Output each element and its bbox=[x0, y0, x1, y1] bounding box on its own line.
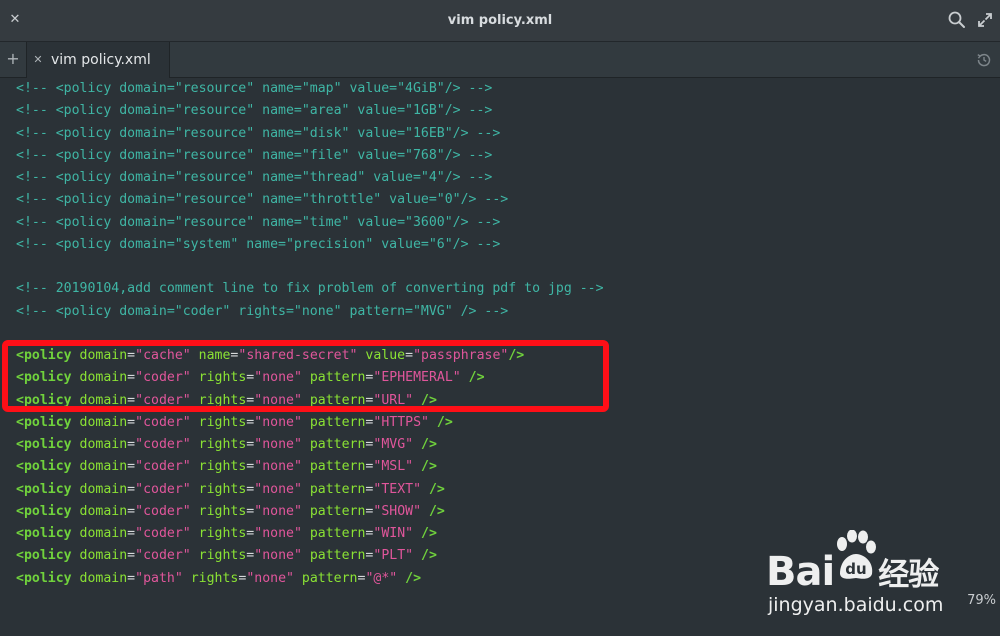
code-line: <!-- <policy domain="system" name="preci… bbox=[16, 236, 501, 252]
code-line: <policy domain="coder" rights="none" pat… bbox=[16, 414, 453, 430]
code-line: <!-- <policy domain="resource" name="tim… bbox=[16, 214, 501, 230]
new-tab-button[interactable]: + bbox=[4, 48, 22, 70]
close-icon: ✕ bbox=[33, 53, 43, 66]
tab-vim-policy[interactable]: ✕ vim policy.xml bbox=[26, 42, 170, 78]
code-line: <policy domain="coder" rights="none" pat… bbox=[16, 392, 437, 408]
code-line: <policy domain="coder" rights="none" pat… bbox=[16, 548, 437, 564]
search-icon bbox=[948, 11, 965, 28]
code-line: <!-- <policy domain="resource" name="map… bbox=[16, 81, 493, 96]
code-line: <policy domain="coder" rights="none" pat… bbox=[16, 481, 445, 497]
terminal-content[interactable]: <!-- <policy domain="resource" name="map… bbox=[0, 78, 1000, 636]
history-icon bbox=[977, 53, 991, 67]
code-line: <policy domain="coder" rights="none" pat… bbox=[16, 437, 437, 452]
code-line: <!-- 20190104,add comment line to fix pr… bbox=[16, 281, 604, 297]
search-button[interactable] bbox=[946, 9, 968, 31]
fullscreen-button[interactable] bbox=[974, 9, 996, 31]
code-line: <!-- <policy domain="resource" name="thr… bbox=[16, 170, 493, 185]
code-line: <policy domain="coder" rights="none" pat… bbox=[16, 459, 437, 475]
plus-icon: + bbox=[6, 49, 20, 68]
tab-label: vim policy.xml bbox=[51, 52, 151, 68]
code-line: <policy domain="coder" rights="none" pat… bbox=[16, 503, 445, 519]
window-title: vim policy.xml bbox=[447, 13, 553, 28]
code-line: <!-- <policy domain="resource" name="thr… bbox=[16, 192, 509, 208]
history-button[interactable] bbox=[974, 50, 994, 70]
tab-bar: + ✕ vim policy.xml bbox=[0, 42, 1000, 78]
code-line: <policy domain="path" rights="none" patt… bbox=[16, 570, 422, 586]
close-tab-button[interactable]: ✕ bbox=[31, 50, 45, 70]
zoom-level: 79% bbox=[967, 593, 996, 608]
code-line: <policy domain="cache" name="shared-secr… bbox=[16, 348, 525, 363]
code-line: <!-- <policy domain="coder" rights="none… bbox=[16, 303, 509, 319]
code-line: <!-- <policy domain="resource" name="fil… bbox=[16, 147, 493, 163]
code-line: <policy domain="coder" rights="none" pat… bbox=[16, 526, 437, 541]
code-line: <policy domain="coder" rights="none" pat… bbox=[16, 370, 485, 386]
code-line: <!-- <policy domain="resource" name="dis… bbox=[16, 125, 501, 141]
code-line: <!-- <policy domain="resource" name="are… bbox=[16, 103, 493, 119]
title-bar: ✕ vim policy.xml bbox=[0, 0, 1000, 42]
expand-icon bbox=[978, 13, 992, 27]
